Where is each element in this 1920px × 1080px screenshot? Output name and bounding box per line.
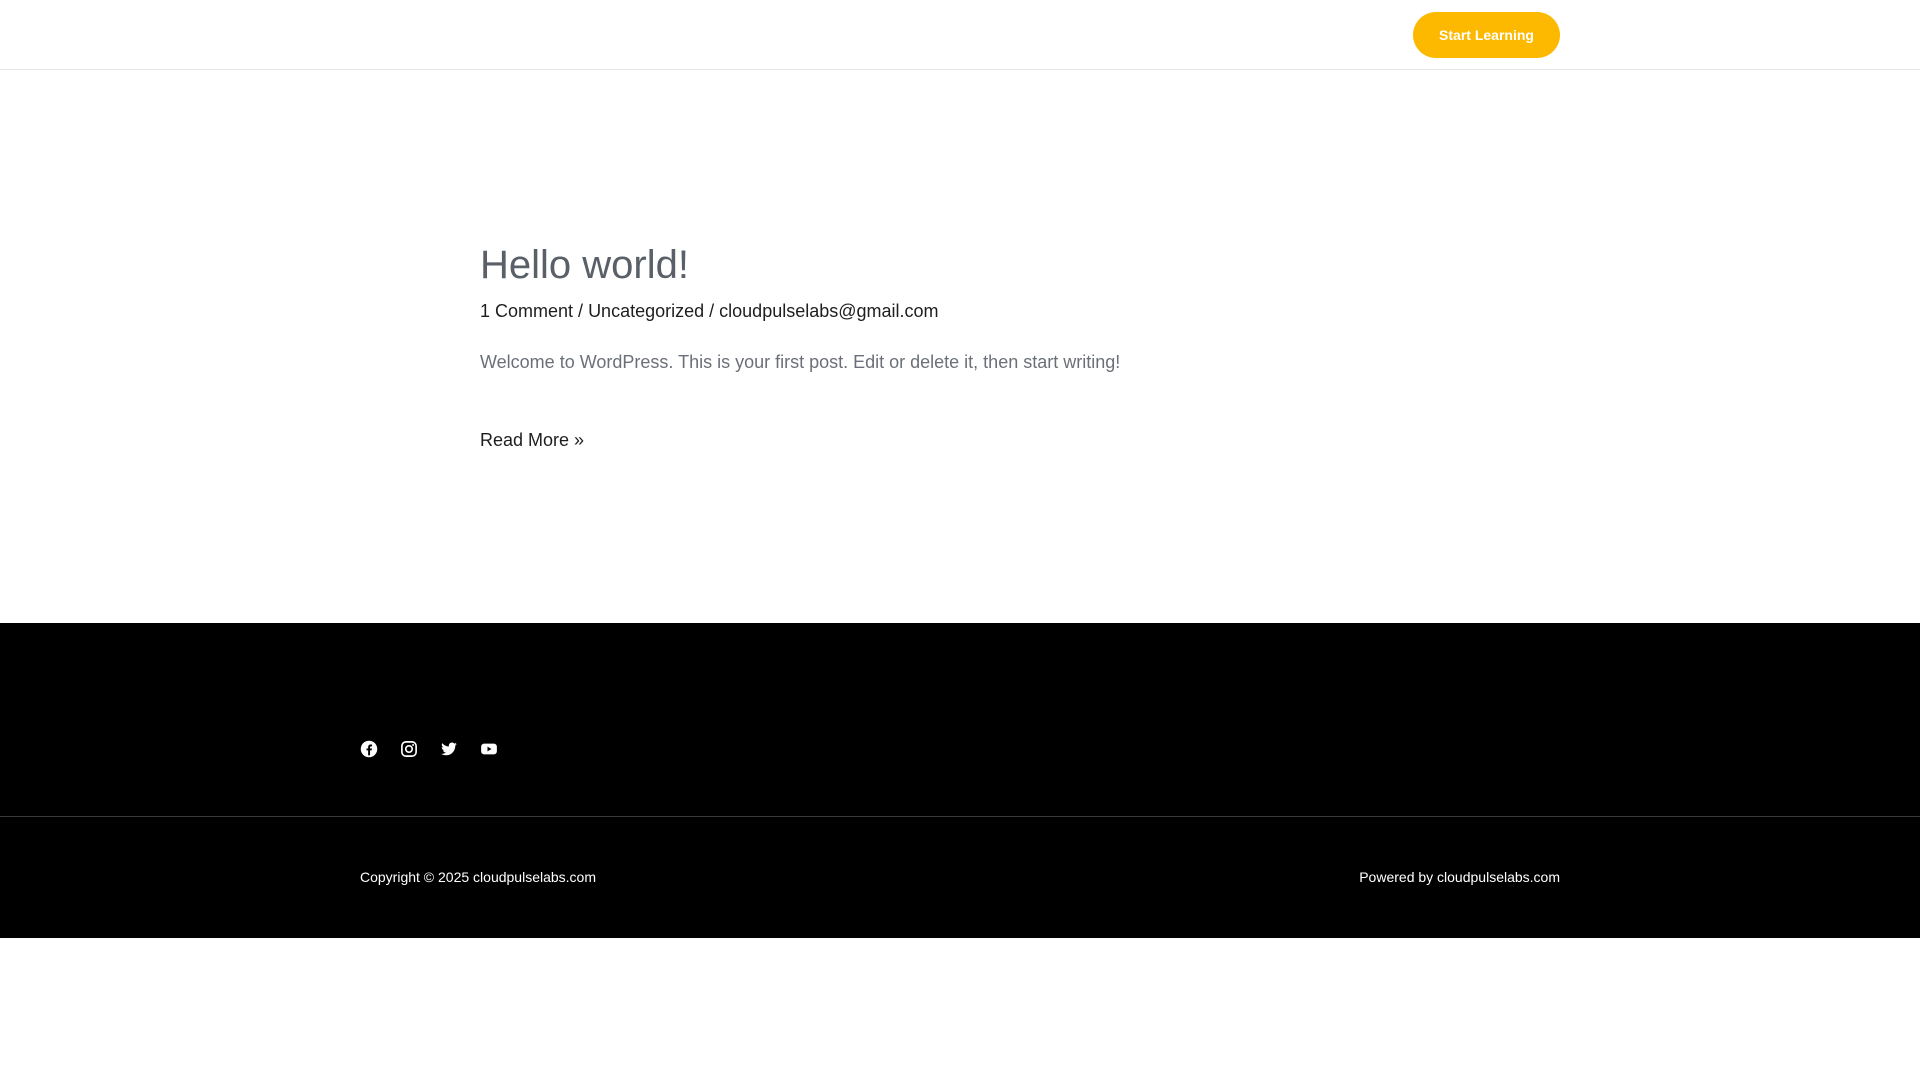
meta-separator: /: [704, 301, 720, 321]
instagram-icon[interactable]: [400, 740, 418, 758]
twitter-icon[interactable]: [440, 740, 458, 758]
facebook-icon[interactable]: [360, 740, 378, 758]
footer-bar: Copyright © 2025 cloudpulselabs.com Powe…: [0, 817, 1920, 938]
youtube-icon[interactable]: [480, 740, 498, 758]
author-link[interactable]: cloudpulselabs@gmail.com: [719, 301, 938, 321]
category-link[interactable]: Uncategorized: [588, 301, 704, 321]
footer-widgets: [0, 623, 1920, 817]
comments-link[interactable]: 1 Comment: [480, 301, 573, 321]
social-icons: [360, 740, 498, 758]
site-header: Start Learning: [0, 0, 1920, 70]
start-learning-button[interactable]: Start Learning: [1413, 12, 1560, 58]
post-meta: 1 Comment / Uncategorized / cloudpulsela…: [480, 298, 1440, 324]
post-excerpt: Welcome to WordPress. This is your first…: [480, 352, 1121, 372]
copyright-text: Copyright © 2025 cloudpulselabs.com: [360, 869, 597, 885]
post-title[interactable]: Hello world!: [480, 238, 1440, 292]
read-more-link[interactable]: Read More »: [480, 427, 584, 453]
meta-separator: /: [573, 301, 589, 321]
post-entry: Hello world! 1 Comment / Uncategorized /…: [480, 238, 1440, 453]
powered-by-text: Powered by cloudpulselabs.com: [1359, 869, 1560, 885]
